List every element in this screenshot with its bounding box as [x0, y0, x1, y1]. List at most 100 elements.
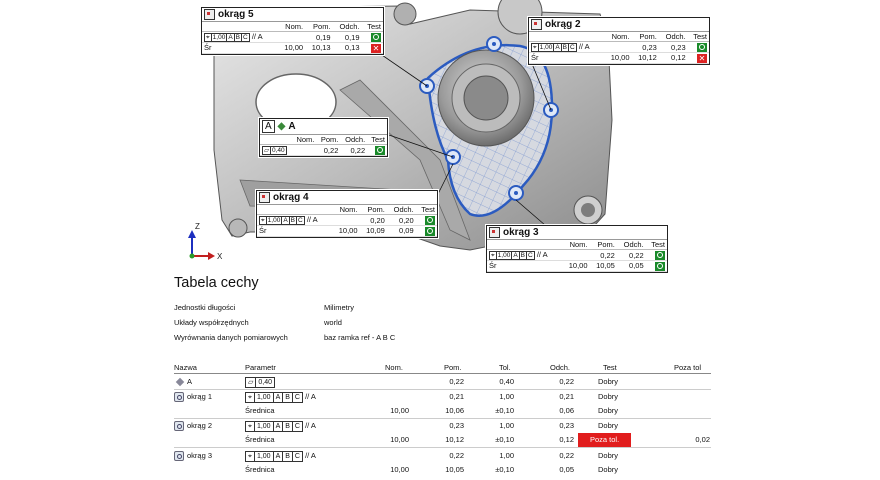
table-row[interactable]: Średnica 10,00 10,05 ±0,10 0,05 Dobry	[174, 463, 711, 477]
test-pass-icon	[655, 261, 665, 271]
cell-test: Dobry	[598, 421, 619, 430]
position-fcf: ⌖ 1,00 A B C // A	[529, 41, 605, 53]
col-pom: Pom.	[589, 240, 617, 250]
cell-odch: 0,06	[559, 406, 574, 415]
info-value: world	[324, 318, 342, 327]
cell-tol: ±0,10	[495, 435, 514, 444]
callout-datum-a[interactable]: A ◆ A Nom. Pom. Odch. Test ▱ 0,40 0,22 0,22	[259, 118, 388, 157]
axis-z-label: Z	[195, 222, 200, 231]
cell-parametr: Średnica	[245, 406, 275, 415]
cell-nazwa: okrąg 2	[187, 421, 213, 430]
col-test: Test	[367, 135, 387, 145]
pom: 0,22	[316, 144, 341, 156]
sr-label: Śr	[529, 52, 605, 64]
datum-icon: ◆	[277, 121, 286, 132]
cell-nazwa: A	[187, 377, 193, 386]
callout-title: A	[288, 121, 296, 132]
cell-parametr: ⌖ 1,00 A B C // A	[245, 419, 316, 433]
sr-pom: 10,12	[631, 52, 659, 64]
cell-tol: 0,40	[499, 377, 514, 386]
info-value: baz ramka ref - A B C	[324, 333, 396, 342]
report-title: Tabela cechy	[174, 275, 259, 291]
col-nom: Nom.	[291, 135, 317, 145]
cell-nom: 10,00	[390, 406, 409, 415]
pos-odch: 0,19	[332, 31, 362, 43]
pos-pom: 0,19	[305, 31, 333, 43]
cell-pom: 0,22	[449, 451, 464, 460]
header-divider	[174, 373, 711, 374]
col-nom: Nom.	[277, 22, 306, 32]
col-nom: Nom.	[604, 32, 632, 42]
cell-odch: 0,22	[559, 377, 574, 386]
col-nom: Nom.	[332, 205, 360, 215]
test-pass-icon	[655, 250, 665, 260]
callout-okrag-3[interactable]: okrąg 3 Nom. Pom. Odch. Test ⌖ 1,00 A B C // A 0…	[486, 225, 668, 273]
info-row-units: Jednostki długości Milimetry	[174, 303, 354, 312]
col-pom: Pom.	[316, 135, 341, 145]
cell-pom: 0,21	[449, 392, 464, 401]
callout-okrag-2[interactable]: okrąg 2 Nom. Pom. Odch. Test ⌖ 1,00 A B C // A 0…	[528, 17, 710, 65]
table-row[interactable]: okrąg 1 ⌖ 1,00 A B C // A 0,21 1,00 0,21 Dob…	[174, 390, 711, 404]
callout-okrag-5[interactable]: okrąg 5 Nom. Pom. Odch. Test ⌖ 1,00 A B C // A 0…	[201, 7, 384, 55]
axis-x-label: X	[217, 252, 223, 261]
cell-test: Dobry	[598, 377, 619, 386]
col-odch: Odch.	[332, 22, 362, 32]
sr-odch: 0,12	[658, 52, 688, 64]
cell-poza: 0,02	[695, 435, 710, 444]
inspection-report-view: Z X okrąg 5 Nom. Pom. Odch. Test ⌖ 1,00 A B C /…	[0, 0, 880, 480]
table-row[interactable]: okrąg 2 ⌖ 1,00 A B C // A 0,23 1,00 0,23 Dob…	[174, 419, 711, 433]
cell-test: Dobry	[598, 451, 619, 460]
col-pom: Pom.	[359, 205, 387, 215]
cell-odch: 0,05	[559, 465, 574, 474]
col-odch: Odch.	[340, 135, 368, 145]
info-value: Milimetry	[324, 303, 354, 312]
info-row-alignment: Wyrównania danych pomiarowych baz ramka …	[174, 333, 395, 342]
cell-tol: 1,00	[499, 451, 514, 460]
cell-parametr: Średnica	[245, 435, 275, 444]
cell-test: Dobry	[598, 392, 619, 401]
pos-odch: 0,23	[658, 41, 688, 53]
table-row[interactable]: okrąg 3 ⌖ 1,00 A B C // A 0,22 1,00 0,22 Dob…	[174, 449, 711, 463]
col-test: Test	[415, 205, 437, 215]
cell-pom: 0,22	[449, 377, 464, 386]
test-pass-icon	[425, 226, 435, 236]
cell-nazwa: okrąg 1	[187, 392, 213, 401]
sr-label: Śr	[202, 42, 278, 54]
col-test: Test	[687, 32, 709, 42]
cell-odch: 0,21	[559, 392, 574, 401]
cell-pom: 10,12	[445, 435, 464, 444]
cell-test: Dobry	[598, 465, 619, 474]
cell-pom: 10,05	[445, 465, 464, 474]
cell-tol: ±0,10	[495, 465, 514, 474]
row-divider	[174, 447, 711, 448]
table-row[interactable]: Średnica 10,00 10,06 ±0,10 0,06 Dobry	[174, 404, 711, 418]
cell-test-fail: Poza tol.	[578, 433, 632, 447]
sr-label: Śr	[257, 225, 333, 237]
table-row[interactable]: Średnica 10,00 10,12 ±0,10 0,12 Poza tol…	[174, 433, 711, 447]
col-odch: Odch.	[616, 240, 646, 250]
callout-okrag-4[interactable]: okrąg 4 Nom. Pom. Odch. Test ⌖ 1,00 A B C // A 0…	[256, 190, 438, 238]
col-odch: Odch.	[658, 32, 688, 42]
sr-pom: 10,13	[305, 42, 333, 54]
cell-parametr: ▱ 0,40	[245, 375, 276, 389]
position-fcf: ⌖ 1,00 A B C // A	[257, 214, 333, 226]
test-pass-icon	[371, 32, 381, 42]
circle-feature-icon	[174, 421, 184, 432]
cell-test: Dobry	[598, 406, 619, 415]
sr-pom: 10,09	[359, 225, 387, 237]
col-nom: Nom.	[562, 240, 590, 250]
info-label: Układy współrzędnych	[174, 318, 249, 327]
sr-pom: 10,05	[589, 260, 617, 272]
feature-icon	[204, 9, 215, 20]
col-pom: Pom.	[631, 32, 659, 42]
test-pass-icon	[697, 42, 707, 52]
cell-odch: 0,23	[559, 421, 574, 430]
cell-nom: 10,00	[390, 435, 409, 444]
cell-nazwa: okrąg 3	[187, 451, 213, 460]
cell-parametr: Średnica	[245, 465, 275, 474]
info-row-coords: Układy współrzędnych world	[174, 318, 342, 327]
pos-pom: 0,20	[359, 214, 387, 226]
callout-title: okrąg 3	[503, 227, 539, 238]
table-row[interactable]: A ▱ 0,40 0,22 0,40 0,22 Dobry	[174, 375, 711, 389]
cell-odch: 0,22	[559, 451, 574, 460]
